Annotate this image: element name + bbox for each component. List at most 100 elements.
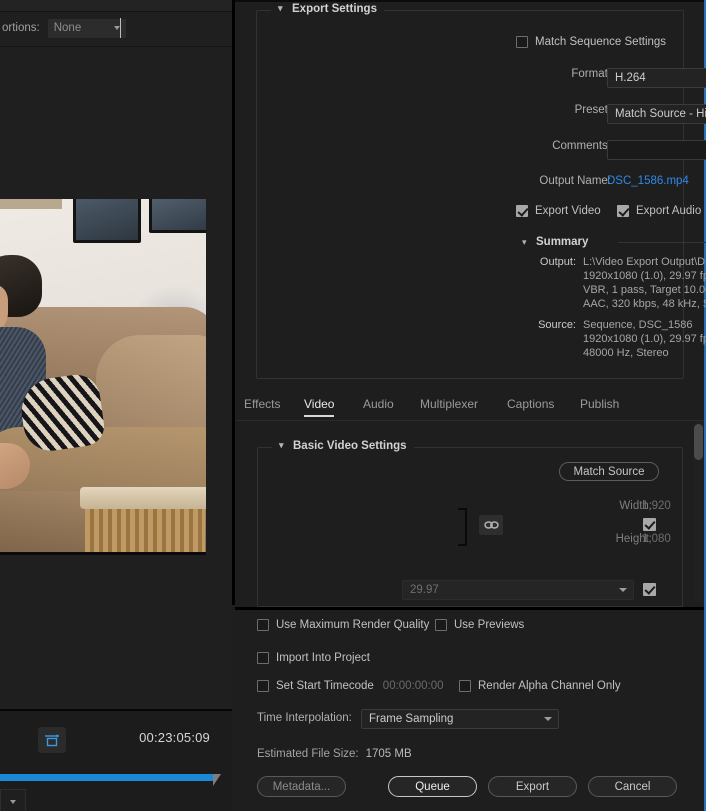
collapse-chevron-icon[interactable]: ▾ (278, 3, 287, 14)
frame-rate-value: 29.97 (410, 584, 439, 596)
frame-rate-select[interactable]: 29.97 (402, 580, 634, 600)
time-interpolation-value: Frame Sampling (369, 713, 454, 725)
collapse-chevron-icon[interactable]: ▾ (279, 440, 288, 451)
proportions-select[interactable]: None (47, 18, 126, 38)
tab-publish[interactable]: Publish (580, 397, 619, 417)
export-audio-row[interactable]: Export Audio (617, 205, 701, 217)
summary-source-lines: Sequence, DSC_1586 1920x1080 (1.0), 29.9… (583, 319, 706, 359)
dimension-link-bracket (458, 508, 467, 546)
render-alpha-channel-only-row[interactable]: Render Alpha Channel Only (459, 680, 621, 692)
height-label-wrap: Height: (512, 533, 652, 545)
output-name-label-wrap: Output Name: (491, 175, 611, 187)
preview-ledge (0, 199, 62, 209)
use-previews-row[interactable]: Use Previews (435, 619, 524, 631)
dimensions-enable-checkbox[interactable] (643, 518, 656, 531)
height-value[interactable]: 1,080 (642, 533, 671, 545)
export-video-checkbox[interactable] (516, 205, 528, 217)
timeline-progress-bar[interactable] (0, 774, 216, 781)
export-button[interactable]: Export (488, 776, 577, 797)
use-maximum-render-quality-checkbox[interactable] (257, 619, 269, 631)
timeline-end-marker (213, 774, 221, 786)
cancel-button[interactable]: Cancel (588, 776, 677, 797)
export-frame-glyph (45, 734, 60, 747)
time-interpolation-select[interactable]: Frame Sampling (361, 709, 559, 729)
match-sequence-settings-label: Match Sequence Settings (535, 36, 667, 48)
export-frame-icon[interactable] (38, 727, 66, 753)
preview-underline (0, 552, 206, 555)
preview-basket-rim (80, 487, 206, 509)
estimated-file-size-label: Estimated File Size: (257, 748, 359, 760)
estimated-file-size-row: Estimated File Size: 1705 MB (257, 748, 412, 760)
summary-title: Summary (536, 236, 589, 248)
chevron-down-icon (619, 588, 627, 592)
import-into-project-row[interactable]: Import Into Project (257, 652, 370, 664)
export-tab-bar: Effects Video Audio Multiplexer Captions… (235, 392, 704, 421)
tab-captions[interactable]: Captions (507, 397, 554, 417)
export-settings-group-title[interactable]: ▾ Export Settings (271, 3, 384, 15)
export-video-label: Export Video (535, 205, 601, 217)
export-settings-dialog: ▾ Export Settings Match Sequence Settings… (232, 0, 706, 811)
tab-multiplexer[interactable]: Multiplexer (420, 397, 478, 417)
summary-output-line: VBR, 1 pass, Target 10.00 Mbps, Max 12.0… (583, 284, 706, 296)
summary-rule (618, 242, 706, 243)
tab-effects[interactable]: Effects (244, 397, 280, 417)
queue-button[interactable]: Queue (388, 776, 477, 797)
settings-scrollbar-thumb[interactable] (694, 424, 703, 460)
sequence-duration-timecode: 00:23:05:09 (139, 730, 210, 745)
preset-value: Match Source - High bitrate (615, 108, 706, 120)
match-source-button[interactable]: Match Source (559, 462, 659, 481)
preset-select[interactable]: Match Source - High bitrate (607, 104, 706, 124)
basic-video-settings-group-title[interactable]: ▾ Basic Video Settings (272, 440, 414, 452)
format-label-wrap: Format: (491, 68, 611, 80)
import-into-project-checkbox[interactable] (257, 652, 269, 664)
panel-divider (0, 46, 232, 47)
export-settings-title-text: Export Settings (292, 3, 377, 15)
output-name-link[interactable]: DSC_1586.mp4 (607, 175, 689, 187)
tab-video[interactable]: Video (304, 397, 335, 417)
use-max-render-quality-row[interactable]: Use Maximum Render Quality (257, 619, 429, 631)
proportions-label: ortions: (2, 22, 40, 34)
estimated-file-size-value: 1705 MB (365, 748, 412, 760)
format-select[interactable]: H.264 (607, 68, 706, 88)
chain-link-glyph (483, 521, 499, 529)
chain-link-icon[interactable] (479, 515, 503, 535)
panel-top-strip (0, 0, 232, 12)
export-audio-checkbox[interactable] (617, 205, 629, 217)
left-empty-area (0, 556, 232, 708)
comments-input[interactable] (607, 140, 706, 160)
proportions-value: None (53, 22, 82, 34)
preset-label-wrap: Preset: (491, 104, 611, 116)
summary-output-line: 1920x1080 (1.0), 29.97 fps, Progressive,… (583, 270, 706, 282)
metadata-button[interactable]: Metadata... (257, 776, 346, 797)
format-label: Format: (571, 68, 611, 80)
summary-header[interactable]: ▾ Summary (522, 236, 588, 248)
set-start-timecode-row[interactable]: Set Start Timecode 00:00:00:00 (257, 680, 444, 692)
start-timecode-value[interactable]: 00:00:00:00 (383, 680, 444, 692)
preset-label: Preset: (574, 104, 611, 116)
tab-audio[interactable]: Audio (363, 397, 394, 417)
export-audio-label: Export Audio (636, 205, 702, 217)
set-start-timecode-label: Set Start Timecode (276, 680, 374, 692)
match-sequence-settings-checkbox[interactable] (516, 36, 528, 48)
summary-source-key: Source: (538, 319, 576, 331)
match-sequence-settings-row[interactable]: Match Sequence Settings (516, 36, 666, 48)
app-window: ortions: None 00:23:05:09 ▾ Export Setti… (0, 0, 706, 811)
text-cursor (120, 18, 121, 38)
width-value[interactable]: 1,920 (642, 500, 671, 512)
use-maximum-render-quality-label: Use Maximum Render Quality (276, 619, 430, 631)
set-start-timecode-checkbox[interactable] (257, 680, 269, 692)
summary-output-key: Output: (539, 256, 576, 268)
render-alpha-channel-only-checkbox[interactable] (459, 680, 471, 692)
panel-menu-chevron-down-icon[interactable] (0, 789, 26, 811)
use-previews-checkbox[interactable] (435, 619, 447, 631)
preview-monitor-left (73, 199, 141, 243)
video-preview-thumbnail[interactable] (0, 199, 206, 555)
output-name-label: Output Name: (539, 175, 611, 187)
export-video-row[interactable]: Export Video (516, 205, 601, 217)
format-value: H.264 (615, 72, 646, 84)
summary-collapse-chevron-icon[interactable]: ▾ (522, 237, 531, 248)
proportions-row: ortions: None (0, 14, 232, 42)
frame-rate-enable-checkbox[interactable] (643, 583, 656, 596)
preview-toolbar: 00:23:05:09 (0, 709, 232, 811)
width-label-wrap: Width: (512, 500, 652, 512)
